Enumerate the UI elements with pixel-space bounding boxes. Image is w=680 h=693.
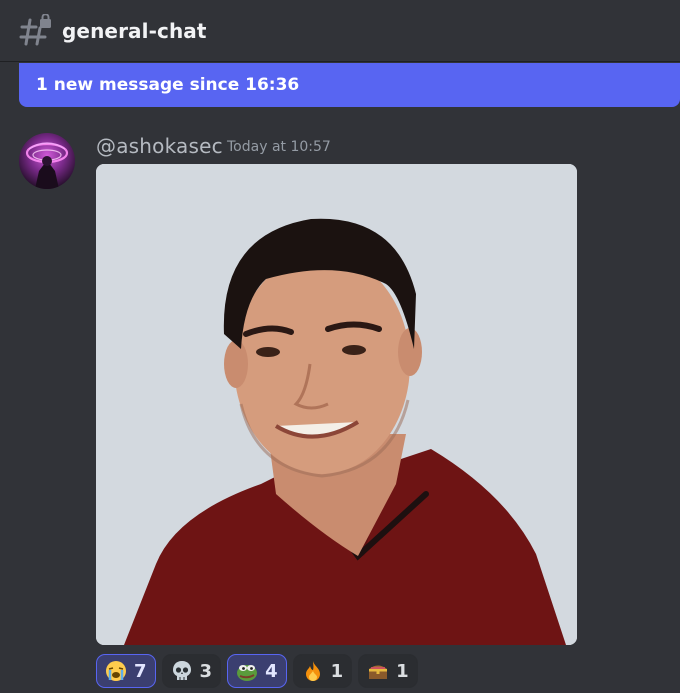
channel-name: general-chat [62,18,207,43]
loudly-crying-face-icon [105,660,127,682]
locked-text-channel-icon [18,12,52,48]
treasure-chest-icon [367,660,389,682]
reaction-fire[interactable]: 1 [292,654,353,688]
new-messages-banner-text: 1 new message since 16:36 [36,75,300,95]
reaction-pepe[interactable]: 4 [227,654,287,688]
reaction-count: 7 [134,660,147,682]
reaction-skull[interactable]: 3 [161,654,222,688]
channel-header: general-chat [0,0,680,62]
image-attachment[interactable] [96,164,577,645]
reaction-count: 3 [199,660,213,682]
pepe-frog-icon [236,660,258,682]
fire-icon [302,660,324,682]
reaction-count: 1 [396,660,409,682]
new-messages-banner[interactable]: 1 new message since 16:36 [19,63,680,107]
reaction-loudly-crying[interactable]: 7 [96,654,156,688]
reactions-bar: 7 3 4 1 1 [96,654,418,688]
reaction-count: 4 [265,660,278,682]
reaction-treasure-chest[interactable]: 1 [358,654,418,688]
reaction-count: 1 [330,660,344,682]
message-username[interactable]: @ashokasec [96,134,223,158]
avatar[interactable] [19,133,75,189]
skull-icon [171,660,193,682]
message-timestamp: Today at 10:57 [227,139,331,155]
